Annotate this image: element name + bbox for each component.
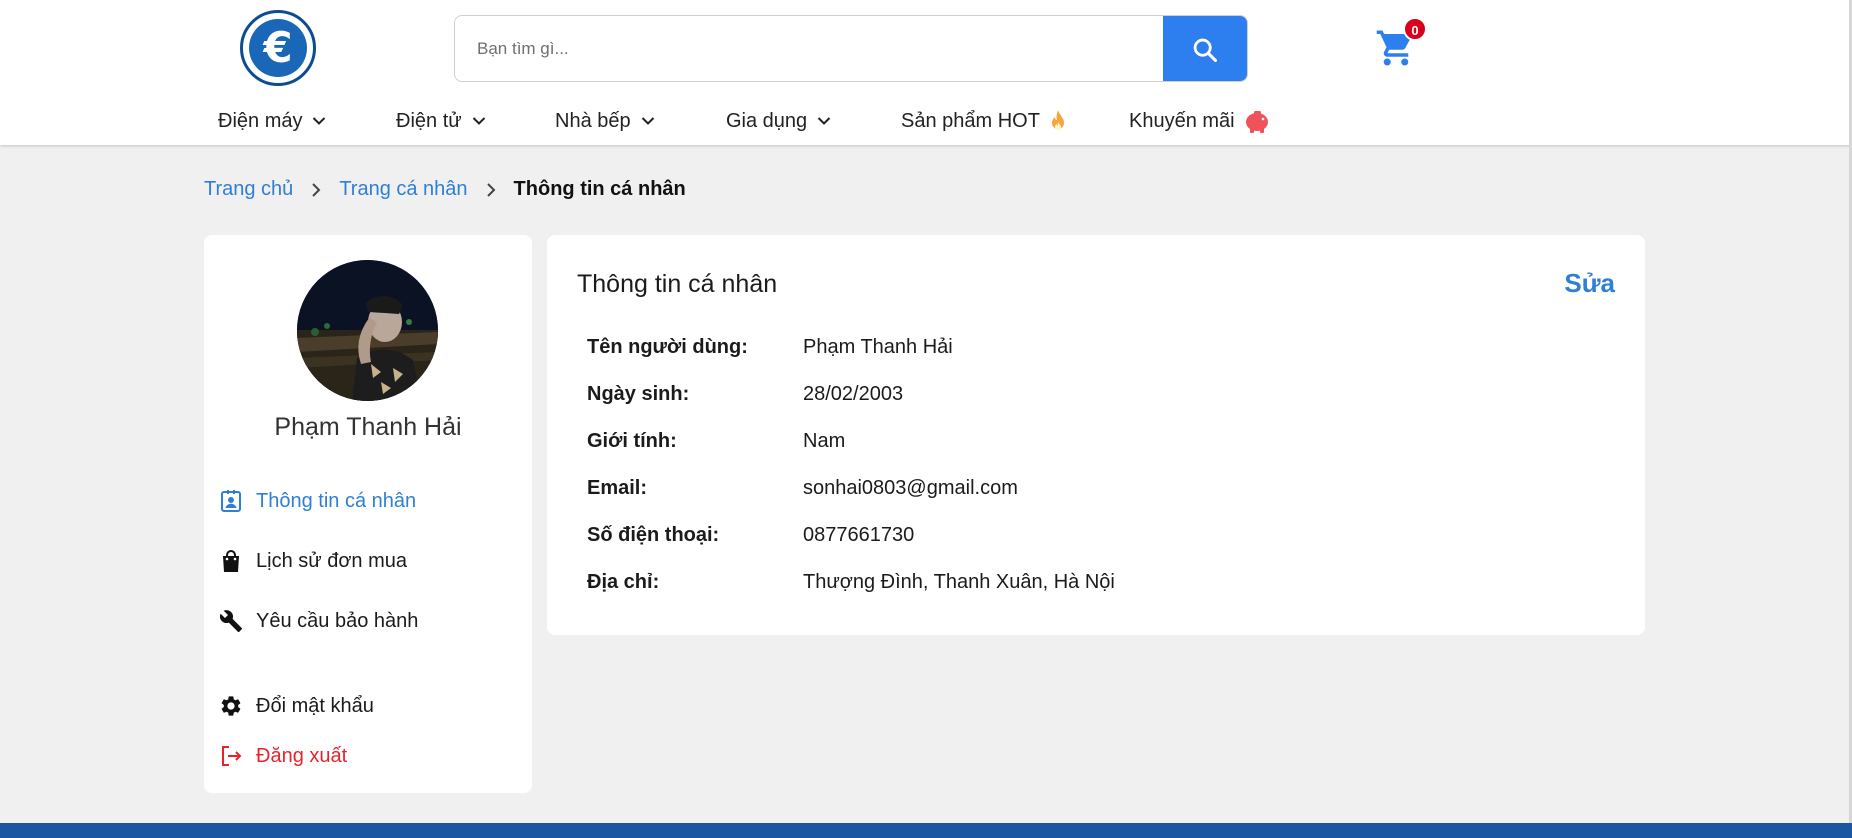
nav-item-dien-may[interactable]: Điện máy: [218, 110, 396, 133]
gear-icon: [218, 693, 244, 719]
site-header: € 0 Điện máy Điện tử Nhà bếp Gia: [0, 0, 1852, 145]
cart-count-badge: 0: [1403, 17, 1427, 41]
sidebar-item-personal-info[interactable]: Thông tin cá nhân: [218, 488, 416, 514]
field-value: sonhai0803@gmail.com: [803, 477, 1018, 499]
field-label: Email:: [587, 477, 648, 499]
main-nav: Điện máy Điện tử Nhà bếp Gia dụng Sản ph…: [218, 106, 1271, 136]
field-value: Phạm Thanh Hải: [803, 336, 953, 358]
nav-item-nha-bep[interactable]: Nhà bếp: [555, 110, 726, 133]
field-label: Tên người dùng:: [587, 336, 748, 358]
fire-icon: [1051, 110, 1064, 130]
sidebar-item-warranty-request[interactable]: Yêu cầu bảo hành: [218, 608, 418, 634]
search-button[interactable]: [1163, 16, 1247, 81]
nav-item-label: Khuyến mãi: [1129, 109, 1235, 132]
nav-item-label: Điện tử: [396, 109, 462, 132]
field-value: 28/02/2003: [803, 383, 904, 405]
sidebar-item-label: Đăng xuất: [256, 744, 348, 767]
field-label: Giới tính:: [587, 430, 677, 452]
wrench-icon: [218, 608, 244, 634]
sidebar-item-label: Yêu cầu bảo hành: [256, 609, 419, 632]
search-bar: [454, 15, 1248, 82]
chevron-down-icon: [472, 117, 485, 125]
logout-icon: [218, 743, 244, 769]
info-row-username: Tên người dùng: Phạm Thanh Hải: [587, 336, 953, 359]
info-row-phone: Số điện thoại: 0877661730: [587, 524, 914, 547]
nav-item-dien-tu[interactable]: Điện tử: [396, 110, 555, 133]
info-row-gender: Giới tính: Nam: [587, 430, 845, 453]
sidebar-item-label: Thông tin cá nhân: [256, 489, 417, 512]
sidebar-item-order-history[interactable]: Lịch sử đơn mua: [218, 548, 407, 574]
field-value: 0877661730: [803, 524, 915, 546]
panel-title: Thông tin cá nhân: [577, 270, 778, 298]
profile-sidebar: Phạm Thanh Hải Thông tin cá nhân Lịch sử…: [204, 235, 532, 793]
sidebar-item-label: Lịch sử đơn mua: [256, 549, 408, 572]
chevron-right-icon: [311, 182, 321, 198]
nav-item-gia-dung[interactable]: Gia dụng: [726, 110, 901, 133]
chevron-right-icon: [486, 182, 496, 198]
nav-item-san-pham-hot[interactable]: Sản phẩm HOT: [901, 109, 1129, 133]
info-row-email: Email: sonhai0803@gmail.com: [587, 477, 1018, 500]
chevron-down-icon: [641, 117, 654, 125]
sidebar-item-logout[interactable]: Đăng xuất: [218, 743, 347, 769]
chevron-down-icon: [817, 117, 831, 125]
info-row-birthdate: Ngày sinh: 28/02/2003: [587, 383, 903, 406]
search-icon: [1193, 38, 1218, 62]
footer: [0, 823, 1852, 838]
personal-info-panel: Thông tin cá nhân Sửa Tên người dùng: Ph…: [547, 235, 1645, 635]
contact-card-icon: [218, 488, 244, 514]
info-row-address: Địa chỉ: Thượng Đình, Thanh Xuân, Hà Nội: [587, 571, 1115, 594]
user-display-name: Phạm Thanh Hải: [274, 413, 462, 441]
nav-item-label: Điện máy: [218, 109, 303, 132]
field-label: Ngày sinh:: [587, 383, 690, 405]
field-value: Nam: [803, 430, 846, 452]
field-value: Thượng Đình, Thanh Xuân, Hà Nội: [803, 571, 1115, 593]
field-label: Địa chỉ:: [587, 571, 660, 593]
avatar: [297, 260, 438, 401]
breadcrumb-current: Thông tin cá nhân: [513, 178, 686, 200]
search-input[interactable]: [455, 16, 1161, 81]
chevron-down-icon: [313, 117, 326, 125]
nav-item-label: Sản phẩm HOT: [901, 109, 1040, 132]
nav-item-label: Nhà bếp: [555, 109, 631, 132]
logo-mark: €: [249, 19, 307, 77]
nav-item-khuyen-mai[interactable]: Khuyến mãi: [1129, 108, 1271, 134]
sidebar-item-change-password[interactable]: Đổi mật khẩu: [218, 693, 374, 719]
logo[interactable]: €: [240, 10, 316, 86]
edit-button[interactable]: Sửa: [1564, 268, 1615, 299]
breadcrumb-profile-link[interactable]: Trang cá nhân: [339, 178, 467, 201]
sidebar-item-label: Đổi mật khẩu: [256, 694, 374, 717]
field-label: Số điện thoại:: [587, 524, 720, 546]
shopping-bag-icon: [218, 548, 244, 574]
breadcrumb: Trang chủ Trang cá nhân Thông tin cá nhâ…: [204, 178, 686, 201]
nav-item-label: Gia dụng: [726, 109, 808, 132]
piggy-bank-icon: [1245, 111, 1268, 133]
breadcrumb-home-link[interactable]: Trang chủ: [204, 178, 293, 201]
